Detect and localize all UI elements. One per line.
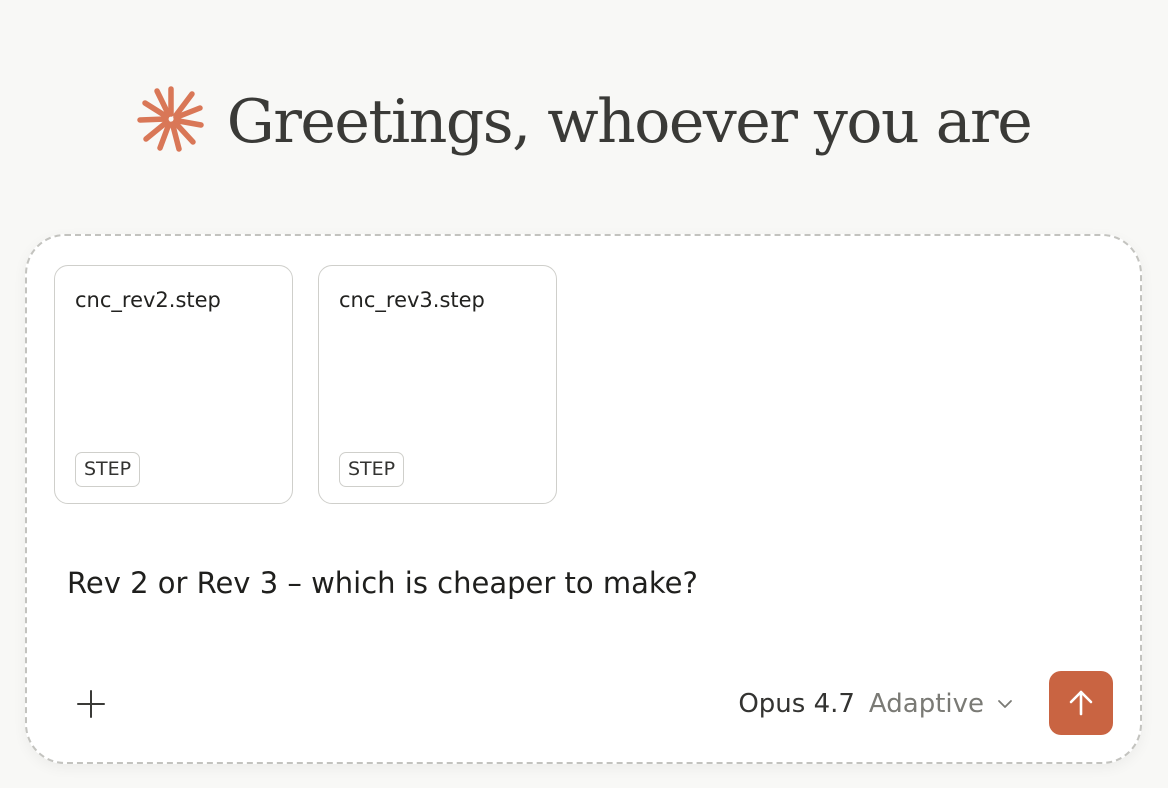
greeting-header: Greetings, whoever you are <box>0 72 1168 172</box>
send-button[interactable] <box>1049 671 1113 735</box>
attachment-type-badge: STEP <box>75 452 141 487</box>
arrow-up-icon <box>1069 690 1093 716</box>
model-selector[interactable]: Opus 4.7 Adaptive <box>738 686 1014 722</box>
attachment-card[interactable]: cnc_rev3.step STEP <box>318 265 557 504</box>
model-mode-label: Adaptive <box>868 689 984 719</box>
attachment-file-name: cnc_rev2.step <box>75 288 221 312</box>
message-input[interactable]: Rev 2 or Rev 3 – which is cheaper to mak… <box>67 566 698 600</box>
plus-icon <box>77 690 105 718</box>
greeting-title: Greetings, whoever you are <box>226 87 1033 157</box>
message-composer[interactable]: cnc_rev2.step STEP cnc_rev3.step STEP Re… <box>25 234 1142 764</box>
chevron-down-icon <box>998 700 1012 708</box>
attachment-type-badge: STEP <box>339 452 405 487</box>
attachment-card[interactable]: cnc_rev2.step STEP <box>54 265 293 504</box>
attachment-file-name: cnc_rev3.step <box>339 288 485 312</box>
asterisk-burst-icon <box>137 86 204 152</box>
model-name-label: Opus 4.7 <box>738 689 855 719</box>
add-attachment-button[interactable] <box>71 684 111 724</box>
